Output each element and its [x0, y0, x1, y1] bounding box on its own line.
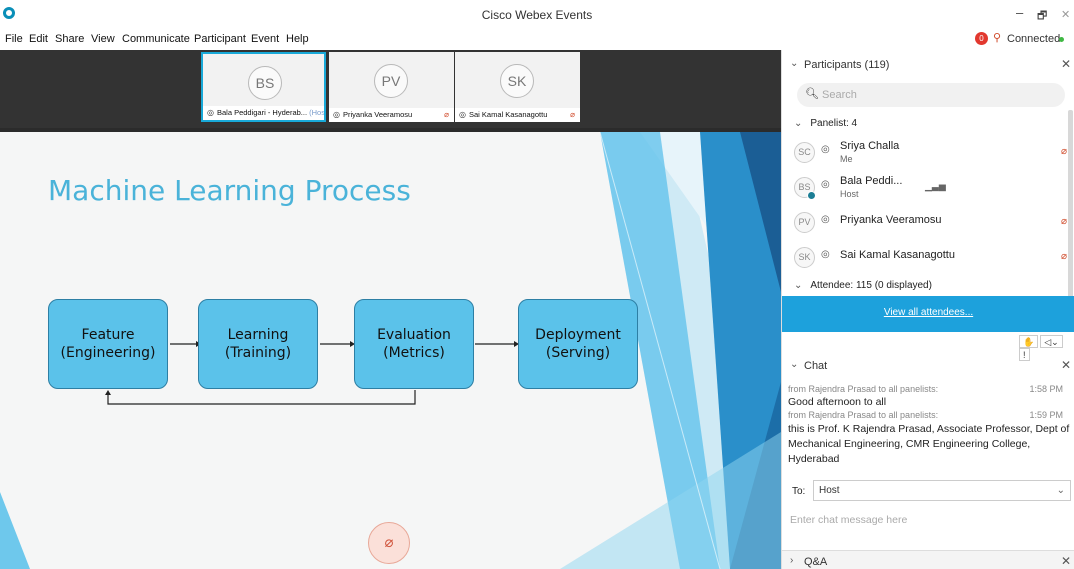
shared-slide: Machine Learning Process Feature (Engine… [0, 132, 781, 569]
close-participants-button[interactable]: ✕ [1061, 57, 1071, 71]
chat-meta: from Rajendra Prasad to all panelists: 1… [788, 384, 1063, 394]
menu-edit[interactable]: Edit [29, 33, 48, 45]
chat-header[interactable]: ⌄ Chat ✕ [782, 353, 1074, 379]
chat-title: Chat [804, 360, 828, 372]
muted-mic-icon[interactable]: ⌀ [1061, 146, 1067, 157]
title-bar: Cisco Webex Events – 🗗 ✕ [0, 0, 1074, 30]
headset-icon: ◎ [821, 179, 830, 190]
avatar: PV [374, 64, 408, 98]
menu-view[interactable]: View [91, 33, 115, 45]
participant-row[interactable]: SC ◎ Sriya Challa Me ⌀ [794, 135, 1069, 169]
chevron-down-icon: ⌄ [790, 359, 799, 370]
avatar: BS [248, 66, 282, 100]
chat-meta: from Rajendra Prasad to all panelists: 1… [788, 410, 1063, 420]
close-window-button[interactable]: ✕ [1061, 8, 1070, 21]
flow-box-deployment: Deployment (Serving) [518, 299, 638, 389]
connection-dot-icon [1059, 37, 1064, 42]
flow-box-feature: Feature (Engineering) [48, 299, 168, 389]
mute-button[interactable]: ⌀ [368, 522, 410, 564]
chat-time: 1:58 PM [1029, 384, 1063, 394]
menu-share[interactable]: Share [55, 33, 84, 45]
participant-role: Me [840, 154, 853, 164]
right-panel: ⌄ Participants (119) ✕ 🔍︎ ⌄Panelist: 4 S… [781, 50, 1074, 569]
qa-title: Q&A [804, 556, 828, 568]
tile-name: Bala Peddigari - Hyderab... [216, 108, 308, 117]
headset-icon: ◎ [207, 108, 214, 117]
headset-icon: ◎ [821, 249, 830, 260]
headset-icon: ◎ [333, 110, 340, 119]
menu-file[interactable]: File [5, 33, 23, 45]
avatar: SK [500, 64, 534, 98]
close-chat-button[interactable]: ✕ [1061, 358, 1071, 372]
menu-event[interactable]: Event [251, 33, 279, 45]
avatar: SK [794, 247, 815, 268]
search-icon: 🔍︎ [805, 88, 819, 100]
view-all-attendees-link[interactable]: View all attendees... [782, 307, 1074, 318]
content-stage: BS ◎Bala Peddigari - Hyderab... (Host) P… [0, 50, 781, 569]
menu-participant[interactable]: Participant [194, 33, 246, 45]
raise-hand-icon[interactable]: ✋ [1019, 335, 1039, 348]
connection-status: Connected [1007, 33, 1061, 45]
attendee-group-label[interactable]: ⌄ Attendee: 115 (0 displayed) [794, 280, 932, 291]
chevron-right-icon: › [790, 555, 794, 566]
muted-mic-icon: ⌀ [570, 110, 575, 119]
host-tag: (Host) [309, 108, 324, 117]
muted-mic-icon[interactable]: ⌀ [1061, 216, 1067, 227]
chevron-down-icon: ⌄ [790, 58, 799, 69]
tile-name: Sai Kamal Kasanagottu [468, 110, 548, 119]
microphone-icon[interactable]: ⚲ [993, 31, 1001, 44]
presenter-status-icon [807, 191, 816, 200]
recipient-select[interactable]: Host ⌄ [813, 480, 1071, 501]
avatar: PV [794, 212, 815, 233]
to-label: To: [792, 486, 806, 497]
chat-message: this is Prof. K Rajendra Prasad, Associa… [788, 423, 1070, 465]
participant-role: Host [840, 189, 859, 199]
participant-name: Sai Kamal Kasanagottu [840, 249, 955, 261]
chat-input[interactable] [790, 510, 1070, 530]
signal-icon: ▁▃▅ [925, 181, 946, 191]
video-tile-sk[interactable]: SK ◎ Sai Kamal Kasanagottu ⌀ [455, 52, 580, 122]
headset-icon: ◎ [821, 214, 830, 225]
notification-badge[interactable]: 0 [975, 32, 988, 45]
headset-icon: ◎ [821, 144, 830, 155]
close-qa-button[interactable]: ✕ [1061, 554, 1071, 568]
video-tile-bs[interactable]: BS ◎Bala Peddigari - Hyderab... (Host) [201, 52, 326, 122]
headset-icon: ◎ [459, 110, 466, 119]
annotate-icon[interactable]: ◁⌄ [1040, 335, 1063, 348]
tile-name: Priyanka Veeramosu [342, 110, 413, 119]
chevron-down-icon: ⌄ [794, 280, 803, 291]
view-all-banner: View all attendees... [782, 296, 1074, 332]
video-strip: BS ◎Bala Peddigari - Hyderab... (Host) P… [0, 50, 781, 128]
participant-name: Bala Peddi... [840, 175, 903, 187]
qa-header[interactable]: › Q&A ✕ [782, 550, 1074, 569]
chat-time: 1:59 PM [1029, 410, 1063, 420]
participant-row[interactable]: SK ◎ Sai Kamal Kasanagottu ⌀ [794, 240, 1069, 274]
menu-bar: File Edit Share View Communicate Partici… [0, 30, 1074, 50]
muted-mic-icon: ⌀ [444, 110, 449, 119]
chat-message: Good afternoon to all [788, 396, 887, 408]
window-title: Cisco Webex Events [481, 8, 593, 22]
menu-communicate[interactable]: Communicate [122, 33, 190, 45]
avatar: SC [794, 142, 815, 163]
participant-name: Priyanka Veeramosu [840, 214, 942, 226]
participant-row[interactable]: PV ◎ Priyanka Veeramosu ⌀ [794, 205, 1069, 239]
participant-name: Sriya Challa [840, 140, 900, 152]
flow-box-learning: Learning (Training) [198, 299, 318, 389]
panelist-group-label[interactable]: ⌄ Panelist: 4 [794, 118, 857, 129]
menu-help[interactable]: Help [286, 33, 309, 45]
participants-scrollbar[interactable] [1068, 110, 1073, 300]
slide-title: Machine Learning Process [48, 174, 411, 207]
participants-header[interactable]: ⌄ Participants (119) ✕ [782, 52, 1074, 78]
chevron-down-icon: ⌄ [1056, 485, 1065, 496]
muted-mic-icon[interactable]: ⌀ [1061, 251, 1067, 262]
flow-box-evaluation: Evaluation (Metrics) [354, 299, 474, 389]
restore-button[interactable]: 🗗 [1037, 7, 1047, 26]
search-box[interactable]: 🔍︎ [797, 83, 1065, 107]
participants-title: Participants (119) [804, 59, 890, 71]
minimize-button[interactable]: – [1016, 5, 1023, 20]
video-tile-pv[interactable]: PV ◎ Priyanka Veeramosu ⌀ [329, 52, 454, 122]
search-input[interactable] [822, 86, 1052, 104]
chevron-down-icon: ⌄ [794, 118, 803, 129]
participant-row[interactable]: BS ◎ Bala Peddi... Host ▁▃▅ [794, 170, 1069, 204]
